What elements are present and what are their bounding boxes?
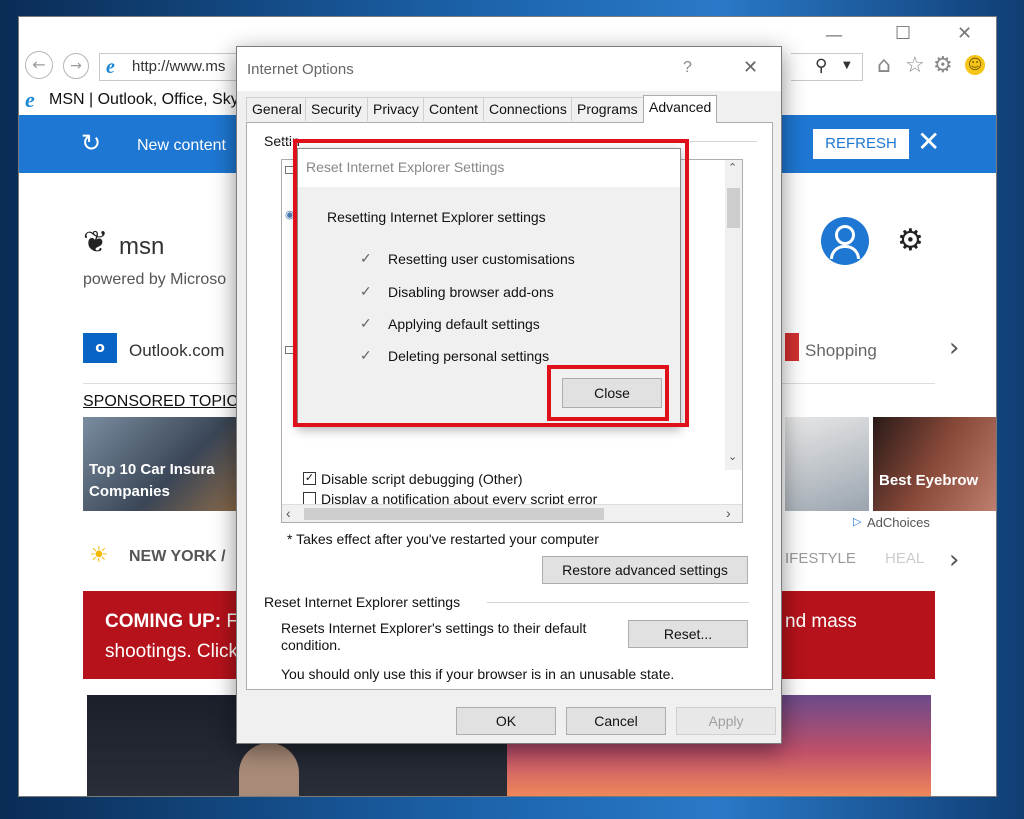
coming-up-text-right: nd mass [785, 611, 857, 632]
scroll-down-icon[interactable]: ⌄ [728, 450, 737, 463]
reset-button[interactable]: Reset... [628, 620, 748, 648]
internet-options-dialog: Internet Options ? ✕ General Security Pr… [236, 46, 782, 744]
eyebrow-caption[interactable]: Best Eyebrow [879, 472, 978, 489]
reset-description: Resets Internet Explorer's settings to t… [281, 620, 586, 654]
sun-icon: ☀ [89, 543, 109, 568]
scroll-right-icon[interactable]: › [726, 505, 731, 521]
powered-by-text: powered by Microso [83, 271, 227, 288]
dialog-close-icon[interactable]: ✕ [743, 57, 758, 78]
reset-description-line-2: condition. [281, 637, 341, 653]
msn-logo[interactable]: msn [119, 233, 164, 261]
smiley-icon[interactable]: ☺ [965, 55, 985, 75]
maximize-icon[interactable]: ☐ [895, 23, 911, 44]
outlook-link[interactable]: Outlook.com [129, 341, 224, 361]
close-window-icon[interactable]: ✕ [957, 23, 972, 44]
close-highlight-box [547, 365, 669, 421]
chevron-right-icon-2[interactable]: › [949, 545, 959, 575]
forward-icon[interactable]: → [63, 53, 89, 79]
scroll-up-icon[interactable]: ⌃ [728, 161, 737, 174]
shopping-link[interactable]: Shopping [805, 341, 877, 361]
script-debugging-checkbox[interactable]: ✓ [303, 472, 316, 485]
notification-text: New content [137, 137, 226, 154]
weather-location[interactable]: NEW YORK / [129, 548, 226, 566]
scroll-left-icon[interactable]: ‹ [286, 505, 291, 521]
dialog-titlebar: Internet Options ? ✕ [237, 47, 781, 91]
outlook-icon: o [83, 333, 117, 363]
settings-gear-icon[interactable]: ⚙ [897, 223, 924, 258]
restore-advanced-settings-button[interactable]: Restore advanced settings [542, 556, 748, 584]
settings-list-bottom[interactable]: ✓ Disable script debugging (Other) Displ… [281, 471, 743, 523]
back-icon[interactable]: ← [25, 51, 53, 79]
reset-warning: You should only use this if your browser… [281, 666, 675, 682]
minimize-icon[interactable]: — [825, 25, 843, 46]
horizontal-scroll-thumb[interactable] [304, 508, 604, 520]
tab-security[interactable]: Security [305, 97, 368, 121]
tab-advanced[interactable]: Advanced [643, 95, 718, 123]
home-icon[interactable]: ⌂ [877, 53, 891, 78]
tab-privacy[interactable]: Privacy [367, 97, 425, 121]
ok-button[interactable]: OK [456, 707, 556, 735]
refresh-button[interactable]: REFRESH [813, 129, 909, 159]
address-text: http://www.ms [132, 58, 226, 75]
reset-section-divider [487, 602, 749, 603]
address-bar-right[interactable]: ⚲ ▼ [791, 53, 863, 81]
butterfly-icon: ❦ [83, 225, 109, 260]
shopping-icon [785, 333, 799, 361]
tab-content[interactable]: Content [423, 97, 485, 121]
horizontal-scrollbar[interactable]: ‹ › [282, 504, 742, 522]
lifestyle-link[interactable]: IFESTYLE [785, 550, 856, 567]
ie-page-icon: e [106, 56, 115, 78]
adchoices-link[interactable]: AdChoices [867, 515, 930, 530]
dialog-title: Internet Options [247, 61, 354, 78]
chevron-down-icon[interactable]: ▼ [843, 60, 851, 71]
favorites-icon[interactable]: ☆ [905, 53, 925, 78]
address-bar[interactable]: e http://www.ms [99, 53, 247, 81]
tab-connections[interactable]: Connections [483, 97, 573, 121]
refresh-arrow-icon: ↻ [81, 129, 102, 157]
reset-description-line-1: Resets Internet Explorer's settings to t… [281, 620, 587, 636]
coming-up-text-2: shootings. Click [105, 641, 239, 662]
apply-button: Apply [676, 707, 776, 735]
script-debugging-label[interactable]: Disable script debugging (Other) [321, 471, 523, 487]
browser-tab-title[interactable]: MSN | Outlook, Office, Sky [49, 91, 239, 109]
ad-image[interactable] [785, 417, 869, 511]
profile-icon[interactable] [821, 217, 869, 265]
sponsored-topics-label: SPONSORED TOPIC [83, 393, 238, 410]
reset-section-title: Reset Internet Explorer settings [264, 594, 461, 610]
search-icon[interactable]: ⚲ [815, 56, 827, 76]
cancel-button[interactable]: Cancel [566, 707, 666, 735]
gear-icon[interactable]: ⚙ [933, 53, 953, 78]
tab-general[interactable]: General [246, 97, 308, 121]
tab-programs[interactable]: Programs [571, 97, 644, 121]
eyebrow-image[interactable] [873, 417, 996, 511]
adchoices-icon[interactable]: ▷ [853, 515, 861, 528]
health-link[interactable]: HEAL [885, 550, 924, 567]
vertical-scrollbar[interactable]: ⌃ ⌄ [725, 160, 742, 470]
close-notification-icon[interactable]: ✕ [917, 125, 940, 158]
help-icon[interactable]: ? [683, 59, 692, 77]
tab-favicon-icon: e [25, 87, 35, 112]
vertical-scroll-thumb[interactable] [727, 188, 740, 228]
chevron-right-icon[interactable]: › [949, 333, 959, 363]
car-insurance-caption[interactable]: Top 10 Car Insura Companies [89, 459, 239, 503]
restart-note: * Takes effect after you've restarted yo… [287, 531, 599, 547]
coming-up-label: COMING UP: [105, 611, 222, 632]
